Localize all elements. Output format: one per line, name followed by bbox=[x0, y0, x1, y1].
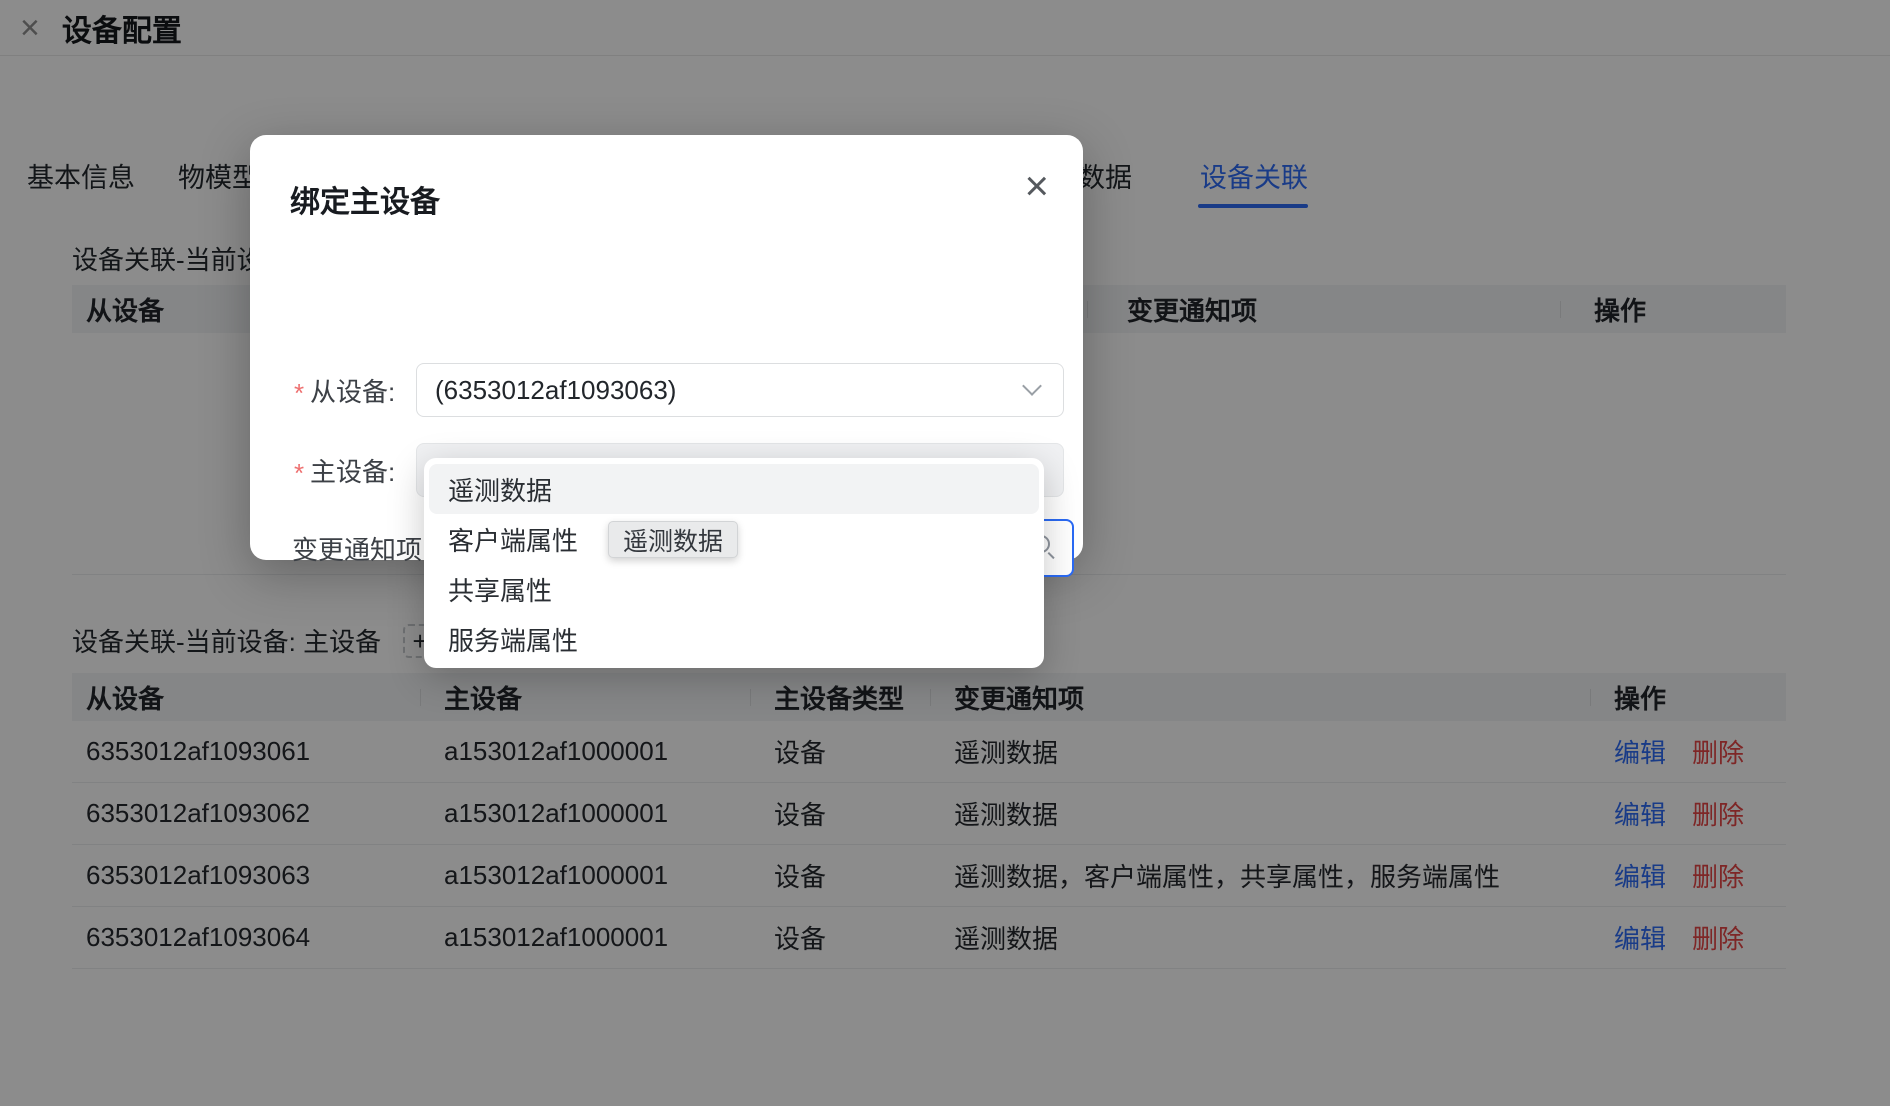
form-row-slave-device: * 从设备: (6353012af1093063) bbox=[250, 363, 1064, 417]
device-config-page: × 设备配置 基本信息 物模型 遥测数据 设备关联 设备关联-当前设备: 从设备… bbox=[0, 0, 1890, 1106]
slave-device-select[interactable]: (6353012af1093063) bbox=[416, 363, 1064, 417]
selected-value: (6353012af1093063) bbox=[435, 375, 676, 406]
chevron-down-icon bbox=[1022, 376, 1042, 396]
notify-options-dropdown: 遥测数据 客户端属性 共享属性 服务端属性 bbox=[424, 458, 1044, 668]
option-telemetry-data[interactable]: 遥测数据 bbox=[429, 464, 1039, 514]
field-label: 从设备: bbox=[310, 372, 402, 409]
option-server-attributes[interactable]: 服务端属性 bbox=[424, 614, 1044, 664]
option-shared-attributes[interactable]: 共享属性 bbox=[424, 564, 1044, 614]
field-label: 主设备: bbox=[310, 452, 402, 489]
modal-close-icon[interactable]: × bbox=[1024, 165, 1049, 207]
required-asterisk: * bbox=[290, 372, 308, 409]
modal-title: 绑定主设备 bbox=[290, 177, 440, 221]
field-label: 变更通知项: bbox=[292, 530, 442, 567]
drag-ghost-tag: 遥测数据 bbox=[608, 521, 738, 558]
required-asterisk: * bbox=[290, 452, 308, 489]
